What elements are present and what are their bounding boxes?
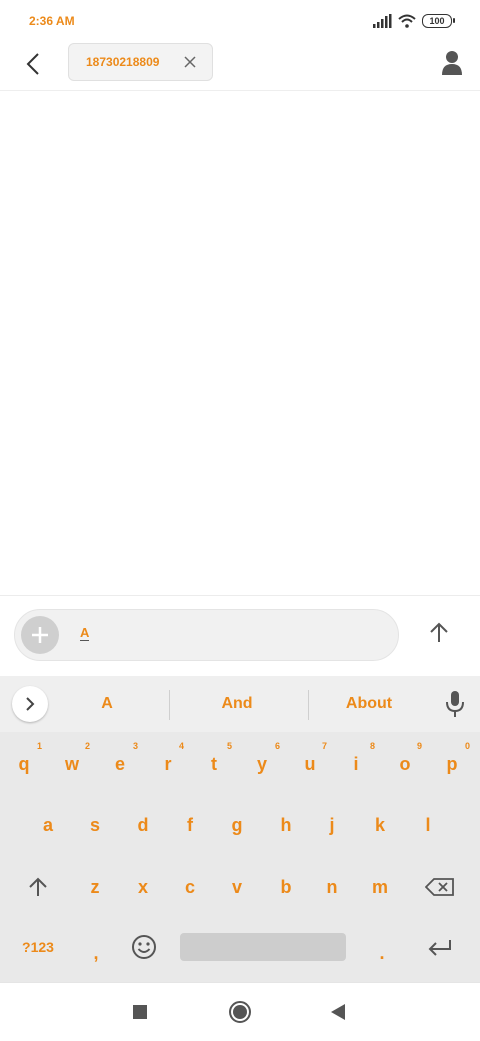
- recipient-number: 18730218809: [86, 55, 160, 69]
- suggestion-2[interactable]: And: [207, 695, 267, 713]
- home-circle-icon[interactable]: [228, 1000, 252, 1024]
- shift-arrow-icon: [29, 877, 47, 896]
- system-navigation-bar: [0, 982, 480, 1041]
- key-b[interactable]: b: [264, 862, 308, 912]
- key-a[interactable]: a: [26, 800, 70, 850]
- status-bar: 2:36 AM 100: [0, 0, 480, 42]
- key-hint: 4: [179, 741, 185, 751]
- battery-icon: 100: [422, 14, 455, 28]
- enter-key[interactable]: [418, 922, 462, 972]
- key-comma[interactable]: ,: [74, 928, 118, 978]
- remove-recipient-icon[interactable]: [184, 56, 196, 68]
- key-k[interactable]: k: [358, 800, 402, 850]
- key-v[interactable]: v: [215, 862, 259, 912]
- keyboard: A And About q 1 w 2 e 3 r 4 t 5 y 6 u 7 …: [0, 676, 480, 982]
- symbols-key[interactable]: ?123: [12, 922, 64, 972]
- key-h[interactable]: h: [264, 800, 308, 850]
- suggestion-divider: [169, 690, 170, 720]
- key-m[interactable]: m: [358, 862, 402, 912]
- key-hint: 3: [133, 741, 139, 751]
- battery-level: 100: [429, 16, 445, 26]
- contact-person-icon[interactable]: [441, 50, 463, 76]
- key-x[interactable]: x: [121, 862, 165, 912]
- key-d[interactable]: d: [121, 800, 165, 850]
- wifi-icon: [398, 14, 416, 28]
- back-triangle-icon[interactable]: [330, 1003, 346, 1021]
- add-attachment-button[interactable]: [21, 616, 59, 654]
- conversation-header: 18730218809: [0, 42, 480, 91]
- status-icons: 100: [372, 12, 455, 30]
- key-hint: 9: [417, 741, 423, 751]
- message-input-text: A: [80, 625, 90, 641]
- key-g[interactable]: g: [215, 800, 259, 850]
- space-bar[interactable]: [180, 933, 346, 961]
- key-hint: 7: [322, 741, 328, 751]
- key-hint: 1: [37, 741, 43, 751]
- suggestion-divider: [308, 690, 309, 720]
- backspace-icon: [425, 878, 454, 896]
- key-hint: 6: [275, 741, 281, 751]
- enter-arrow-icon: [428, 940, 451, 956]
- compose-bar: A: [0, 596, 480, 676]
- backspace-key[interactable]: [418, 862, 462, 912]
- expand-toolbar-button[interactable]: [12, 686, 48, 722]
- back-arrow-icon[interactable]: [22, 50, 46, 78]
- microphone-icon[interactable]: [444, 690, 466, 718]
- message-thread-area: [0, 91, 480, 596]
- message-input[interactable]: A: [14, 609, 399, 661]
- key-l[interactable]: l: [406, 800, 450, 850]
- send-arrow-icon[interactable]: [428, 622, 450, 644]
- emoji-smiley-icon: [132, 935, 156, 959]
- emoji-key[interactable]: [122, 922, 166, 972]
- recipient-chip[interactable]: 18730218809: [68, 43, 213, 81]
- chevron-right-icon: [26, 697, 35, 711]
- key-j[interactable]: j: [310, 800, 354, 850]
- shift-key[interactable]: [16, 862, 60, 912]
- status-time: 2:36 AM: [29, 14, 75, 28]
- plus-icon: [32, 627, 48, 643]
- key-z[interactable]: z: [73, 862, 117, 912]
- key-hint: 0: [465, 741, 471, 751]
- signal-icon: [373, 14, 392, 28]
- key-n[interactable]: n: [310, 862, 354, 912]
- key-hint: 2: [85, 741, 91, 751]
- recents-square-icon[interactable]: [132, 1004, 148, 1020]
- key-f[interactable]: f: [168, 800, 212, 850]
- suggestion-3[interactable]: About: [339, 695, 399, 713]
- suggestion-1[interactable]: A: [82, 695, 132, 713]
- key-hint: 5: [227, 741, 233, 751]
- key-s[interactable]: s: [73, 800, 117, 850]
- suggestion-strip: A And About: [0, 676, 480, 732]
- key-period[interactable]: .: [360, 928, 404, 978]
- key-hint: 8: [370, 741, 376, 751]
- key-c[interactable]: c: [168, 862, 212, 912]
